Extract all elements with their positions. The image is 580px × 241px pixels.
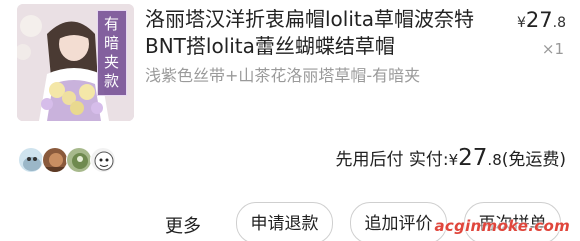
payment-label: 先用后付 实付: xyxy=(335,150,449,170)
quantity: ×1 xyxy=(541,40,564,58)
payment-summary: 先用后付 实付:¥27.8(免运费) xyxy=(335,145,566,171)
total-price-decimal: .8 xyxy=(487,151,502,169)
watermark: acginmoke.com xyxy=(434,217,570,235)
refund-button[interactable]: 申请退款 xyxy=(236,202,333,241)
shipping-note: (免运费) xyxy=(501,150,566,170)
group-buyers-avatars[interactable] xyxy=(18,147,116,175)
avatar xyxy=(18,147,44,173)
unit-price-decimal: .8 xyxy=(552,15,566,31)
avatar xyxy=(90,147,116,173)
avatar xyxy=(66,147,92,173)
product-thumbnail[interactable]: 有暗夹款 xyxy=(17,4,134,121)
order-card[interactable]: 有暗夹款 洛丽塔汉洋折衷扁帽lolita草帽波奈特BNT搭lolita蕾丝蝴蝶结… xyxy=(0,0,580,241)
product-variant: 浅紫色丝带+山茶花洛丽塔草帽-有暗夹 xyxy=(145,66,421,85)
avatar xyxy=(42,147,68,173)
thumbnail-tag: 有暗夹款 xyxy=(97,10,127,96)
unit-price: ¥27.8 xyxy=(517,8,566,32)
more-link[interactable]: 更多 xyxy=(165,212,201,238)
add-review-button[interactable]: 追加评价 xyxy=(350,202,447,241)
total-price-symbol: ¥ xyxy=(448,151,459,169)
unit-price-symbol: ¥ xyxy=(516,15,526,31)
unit-price-integer: 27 xyxy=(525,8,553,32)
product-title[interactable]: 洛丽塔汉洋折衷扁帽lolita草帽波奈特BNT搭lolita蕾丝蝴蝶结草帽 xyxy=(145,6,475,60)
total-price-integer: 27 xyxy=(458,145,488,171)
